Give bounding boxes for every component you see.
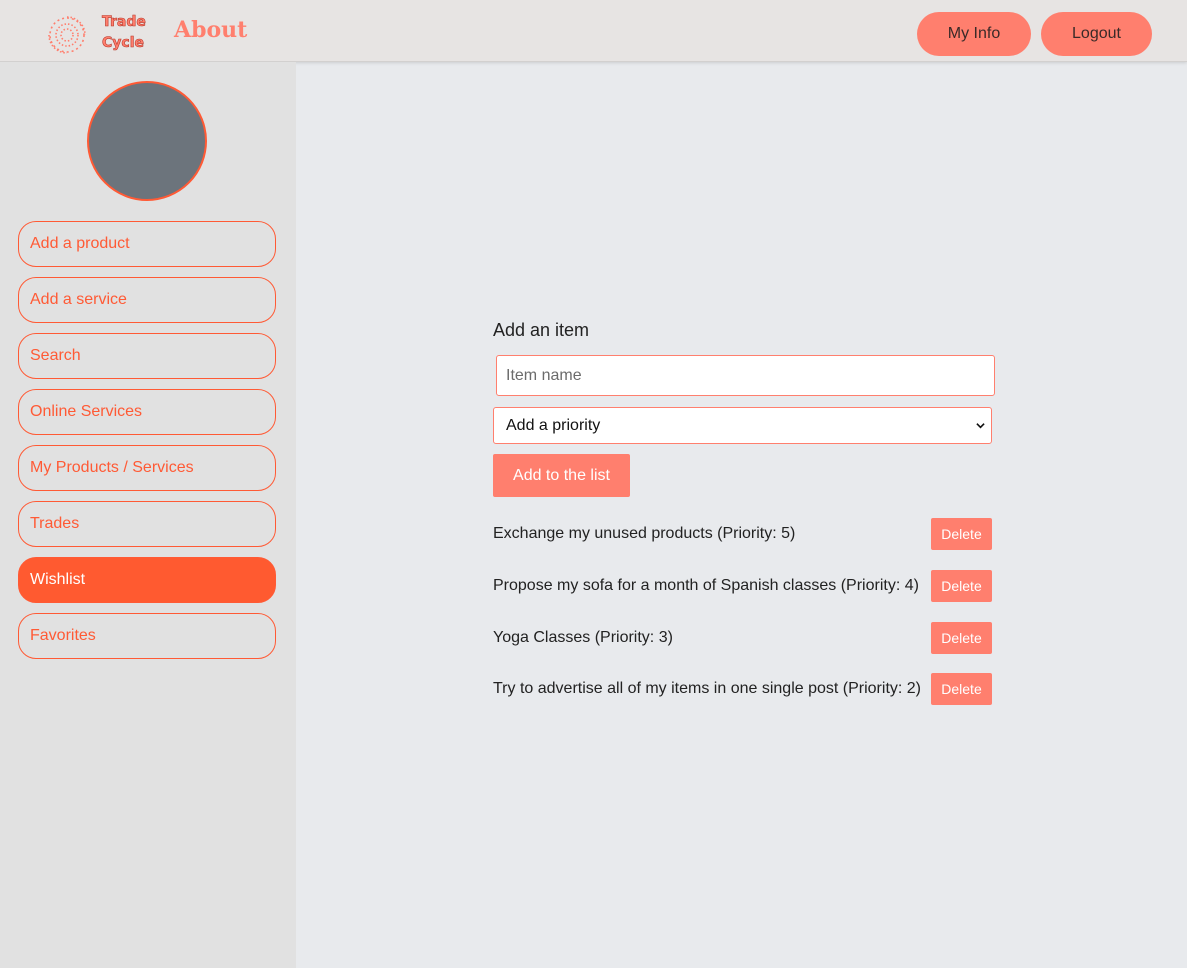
add-item-heading: Add an item xyxy=(493,320,590,340)
list-item: Yoga Classes (Priority: 3) Delete xyxy=(493,622,993,654)
chevron-down-icon xyxy=(976,423,985,429)
sidebar-item-search[interactable]: Search xyxy=(18,333,276,379)
add-to-list-button[interactable]: Add to the list xyxy=(493,454,630,497)
delete-button[interactable]: Delete xyxy=(931,622,992,654)
list-item: Propose my sofa for a month of Spanish c… xyxy=(493,570,993,602)
list-item: Exchange my unused products (Priority: 5… xyxy=(493,518,993,550)
sidebar: Add a product Add a service Search Onlin… xyxy=(0,62,296,968)
trade-cycle-logo[interactable]: Trade Cycle xyxy=(40,12,152,56)
sidebar-item-add-service[interactable]: Add a service xyxy=(18,277,276,323)
sidebar-item-trades[interactable]: Trades xyxy=(18,501,276,547)
spiral-logo-icon xyxy=(48,16,86,54)
delete-button[interactable]: Delete xyxy=(931,570,992,602)
sidebar-item-my-products-services[interactable]: My Products / Services xyxy=(18,445,276,491)
sidebar-item-online-services[interactable]: Online Services xyxy=(18,389,276,435)
delete-button[interactable]: Delete xyxy=(931,673,992,705)
wishlist-item-text: Yoga Classes (Priority: 3) xyxy=(493,629,673,646)
sidebar-item-favorites[interactable]: Favorites xyxy=(18,613,276,659)
logo-word-trade: Trade xyxy=(102,14,146,31)
top-header: Trade Cycle About My Info Logout xyxy=(0,0,1187,62)
wishlist-item-text: Propose my sofa for a month of Spanish c… xyxy=(493,577,919,594)
list-item: Try to advertise all of my items in one … xyxy=(493,673,993,705)
sidebar-item-add-product[interactable]: Add a product xyxy=(18,221,276,267)
wishlist-item-text: Exchange my unused products (Priority: 5… xyxy=(493,525,796,542)
about-link[interactable]: About xyxy=(174,17,247,43)
logo-word-cycle: Cycle xyxy=(102,35,145,52)
priority-selected-value: Add a priority xyxy=(506,416,601,434)
item-name-input[interactable] xyxy=(496,355,995,396)
priority-select[interactable]: Add a priority xyxy=(493,407,992,444)
logout-button[interactable]: Logout xyxy=(1041,12,1152,56)
my-info-button[interactable]: My Info xyxy=(917,12,1031,56)
wishlist-item-text: Try to advertise all of my items in one … xyxy=(493,680,921,697)
delete-button[interactable]: Delete xyxy=(931,518,992,550)
logo-wordmark: Trade Cycle xyxy=(102,12,162,54)
sidebar-item-wishlist[interactable]: Wishlist xyxy=(18,557,276,603)
avatar[interactable] xyxy=(87,81,207,201)
